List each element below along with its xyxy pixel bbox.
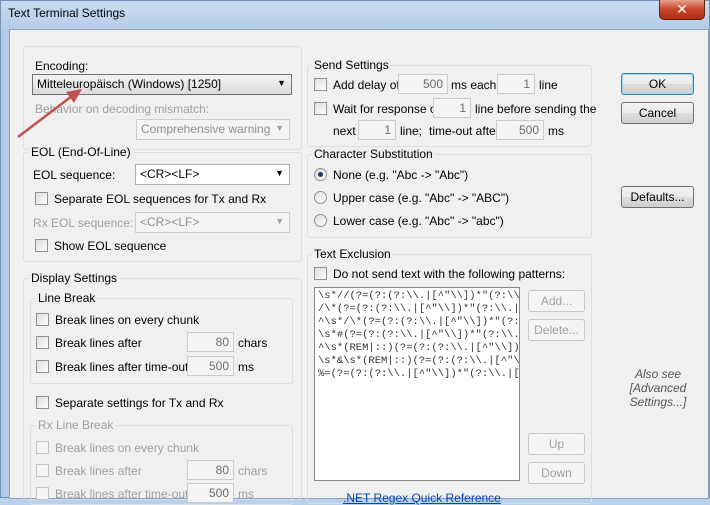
rx-break-timeout-input[interactable]: 500 — [187, 483, 234, 503]
exclude-patterns-label: Do not send text with the following patt… — [333, 267, 566, 281]
eol-sequence-select[interactable]: <CR><LF> ▼ — [135, 164, 290, 185]
timeout-after-label: time-out after — [429, 124, 500, 138]
wait-lines-input[interactable]: 1 — [433, 98, 471, 118]
separate-tx-rx-checkbox[interactable] — [36, 396, 49, 409]
eol-sequence-label: EOL sequence: — [33, 168, 116, 182]
break-timeout-label: Break lines after time-out of — [55, 360, 202, 374]
hint-line-3: Settings...] — [629, 395, 687, 409]
chevron-down-icon: ▼ — [275, 216, 284, 226]
substitution-none-label: None (e.g. "Abc -> "Abc") — [333, 168, 469, 182]
separate-tx-rx-label: Separate settings for Tx and Rx — [55, 396, 224, 410]
substitution-upper-label: Upper case (e.g. "Abc" -> "ABC") — [333, 191, 510, 205]
next-lines-input[interactable]: 1 — [358, 120, 396, 140]
delete-pattern-button[interactable]: Delete... — [528, 319, 585, 341]
ms-each-label: ms each — [451, 78, 497, 92]
send-timeout-input[interactable]: 500 — [496, 120, 544, 140]
show-eol-checkbox[interactable] — [35, 239, 48, 252]
annotation-arrow-icon — [17, 89, 82, 138]
chevron-down-icon: ▼ — [275, 123, 284, 133]
separate-eol-checkbox[interactable] — [35, 192, 48, 205]
exclusion-group-label: Text Exclusion — [312, 247, 393, 261]
dialog-window: Text Terminal Settings ✕ Encoding: Mitte… — [0, 0, 710, 505]
break-after-input[interactable]: 80 — [187, 332, 234, 352]
rx-break-after-label: Break lines after — [55, 464, 142, 478]
line-count-input[interactable]: 1 — [497, 74, 535, 94]
advanced-settings-hint: Also see [Advanced Settings...] — [614, 367, 702, 409]
delay-input[interactable]: 500 — [398, 74, 448, 94]
break-after-label: Break lines after — [55, 336, 142, 350]
move-down-button[interactable]: Down — [528, 462, 585, 484]
break-timeout-input[interactable]: 500 — [187, 356, 234, 376]
ms-label: ms — [238, 360, 254, 374]
break-every-chunk-checkbox[interactable] — [36, 313, 49, 326]
wait-response-label: Wait for response of — [333, 102, 440, 116]
break-every-chunk-label: Break lines on every chunk — [55, 313, 200, 327]
add-delay-label: Add delay of — [333, 78, 400, 92]
rx-ms-label: ms — [238, 487, 254, 501]
break-timeout-checkbox[interactable] — [36, 360, 49, 373]
ok-button[interactable]: OK — [621, 73, 694, 95]
next-label: next — [333, 124, 356, 138]
eol-sequence-value: <CR><LF> — [140, 167, 200, 181]
line-semicolon-label: line; — [400, 124, 423, 138]
encoding-label: Encoding: — [35, 59, 89, 73]
rx-break-every-chunk-label: Break lines on every chunk — [55, 441, 200, 455]
move-up-button[interactable]: Up — [528, 433, 585, 455]
show-eol-label: Show EOL sequence — [54, 239, 167, 253]
close-button[interactable]: ✕ — [659, 0, 705, 20]
rx-break-after-checkbox[interactable] — [36, 464, 49, 477]
add-delay-checkbox[interactable] — [314, 78, 327, 91]
send-ms-label: ms — [548, 124, 564, 138]
rx-break-after-input[interactable]: 80 — [187, 460, 234, 480]
substitution-none-radio[interactable] — [314, 168, 327, 181]
rx-line-break-group-label: Rx Line Break — [36, 418, 116, 432]
rx-break-timeout-label: Break lines after time-out of — [55, 487, 202, 501]
eol-group-label: EOL (End-Of-Line) — [29, 145, 133, 159]
substitution-upper-radio[interactable] — [314, 191, 327, 204]
dialog-client: Encoding: Mitteleuropäisch (Windows) [12… — [9, 29, 709, 505]
display-group-label: Display Settings — [29, 271, 120, 285]
window-title: Text Terminal Settings — [8, 6, 126, 20]
send-group-label: Send Settings — [312, 58, 391, 72]
hint-line-2: [Advanced — [629, 381, 687, 395]
rx-chars-label: chars — [238, 464, 268, 478]
mismatch-value: Comprehensive warning — [141, 122, 271, 136]
exclude-patterns-checkbox[interactable] — [314, 267, 327, 280]
patterns-textarea[interactable]: \s*//(?=(?:(?:\\.|[^"\\])*"(?:\\.|[^"\\]… — [314, 287, 520, 481]
cancel-button[interactable]: Cancel — [621, 102, 694, 124]
line-before-label: line before sending the — [475, 102, 597, 116]
separate-eol-label: Separate EOL sequences for Tx and Rx — [54, 192, 267, 206]
line-break-group-label: Line Break — [36, 291, 98, 305]
rx-eol-label: Rx EOL sequence: — [33, 216, 134, 230]
hint-line-1: Also see — [634, 367, 682, 381]
title-bar: Text Terminal Settings ✕ — [1, 0, 710, 29]
add-pattern-button[interactable]: Add... — [528, 290, 585, 312]
substitution-lower-label: Lower case (e.g. "Abc" -> "abc") — [333, 214, 504, 228]
rx-eol-value: <CR><LF> — [140, 215, 200, 229]
chevron-down-icon: ▼ — [275, 168, 284, 178]
defaults-button[interactable]: Defaults... — [621, 186, 694, 208]
substitution-lower-radio[interactable] — [314, 214, 327, 227]
rx-break-timeout-checkbox[interactable] — [36, 487, 49, 500]
wait-response-checkbox[interactable] — [314, 102, 327, 115]
substitution-group-label: Character Substitution — [312, 147, 435, 161]
line-label: line — [539, 78, 558, 92]
chars-label: chars — [238, 336, 268, 350]
chevron-down-icon: ▼ — [277, 78, 286, 88]
break-after-checkbox[interactable] — [36, 336, 49, 349]
mismatch-select[interactable]: Comprehensive warning ▼ — [136, 119, 290, 140]
rx-eol-select[interactable]: <CR><LF> ▼ — [135, 212, 290, 233]
regex-reference-link[interactable]: .NET Regex Quick Reference — [343, 491, 501, 505]
rx-break-every-chunk-checkbox[interactable] — [36, 441, 49, 454]
